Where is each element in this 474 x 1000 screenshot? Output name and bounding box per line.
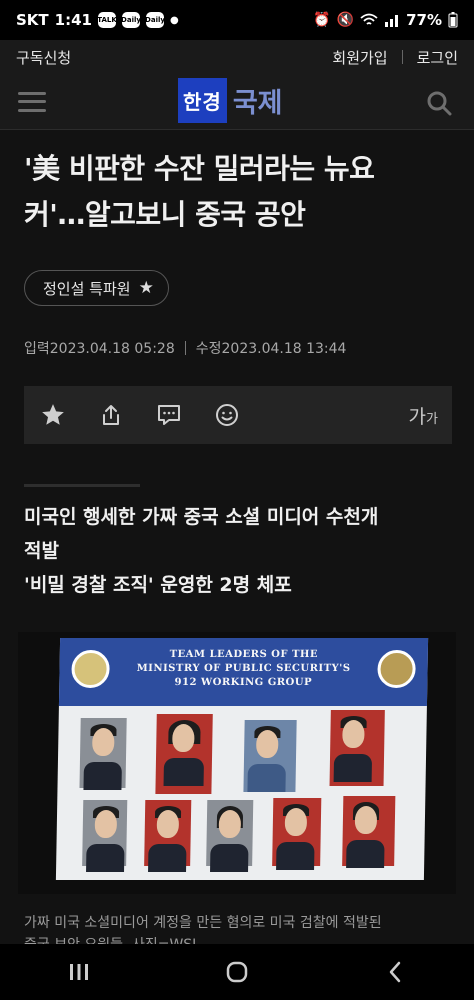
wifi-icon bbox=[360, 13, 378, 25]
battery-level: 77% bbox=[406, 11, 442, 29]
subscribe-link[interactable]: 구독신청 bbox=[16, 47, 71, 68]
utility-bar: 구독신청 회원가입 로그인 bbox=[0, 40, 474, 74]
article-headline: '美 비판한 수잔 밀러라는 뉴요 커'…알고보니 중국 공안 bbox=[24, 146, 454, 238]
photo-caption: 가짜 미국 소셜미디어 계정을 만든 혐의로 미국 검찰에 적발된 중국 보안 … bbox=[24, 915, 382, 948]
site-logo[interactable]: 한경 국제 bbox=[178, 78, 283, 123]
alarm-icon: ⏰ bbox=[313, 12, 331, 28]
portrait bbox=[243, 720, 297, 792]
section-divider bbox=[24, 484, 140, 487]
clock: 1:41 bbox=[54, 11, 92, 29]
daily-app-icon: Daily bbox=[121, 12, 141, 28]
site-header: 한경 국제 bbox=[0, 74, 474, 130]
recent-apps-icon[interactable] bbox=[49, 952, 109, 992]
article-subhead: 미국인 행세한 가짜 중국 소셜 미디어 수천개 적발 '비밀 경찰 조직' 운… bbox=[24, 500, 454, 602]
mute-icon: 🔇 bbox=[336, 12, 355, 28]
talk-app-icon: TALK bbox=[97, 12, 117, 28]
slide-header: TEAM LEADERS OF THE MINISTRY OF PUBLIC S… bbox=[58, 638, 429, 706]
headline-line: 커'…알고보니 중국 공안 bbox=[24, 198, 306, 231]
headline-line: '美 비판한 수잔 밀러라는 뉴요 bbox=[24, 152, 375, 185]
reporter-name: 정인설 특파원 bbox=[43, 279, 131, 298]
portrait bbox=[342, 796, 396, 868]
home-icon[interactable] bbox=[207, 952, 267, 992]
status-bar: SKT 1:41 TALK Daily Daily ● ⏰ 🔇 77% bbox=[0, 0, 474, 40]
divider bbox=[401, 50, 403, 64]
subhead-line: 미국인 행세한 가짜 중국 소셜 미디어 수천개 bbox=[24, 506, 379, 528]
modified-date: 수정2023.04.18 13:44 bbox=[195, 341, 347, 357]
subhead-line: '비밀 경찰 조직' 운영한 2명 체포 bbox=[24, 574, 292, 596]
comment-icon[interactable] bbox=[146, 392, 192, 438]
article-dates: 입력2023.04.18 05:28 수정2023.04.18 13:44 bbox=[24, 338, 346, 358]
signup-link[interactable]: 회원가입 bbox=[332, 47, 387, 68]
back-icon[interactable] bbox=[365, 952, 425, 992]
login-link[interactable]: 로그인 bbox=[417, 47, 458, 68]
divider bbox=[184, 341, 186, 355]
share-icon[interactable] bbox=[88, 392, 134, 438]
portrait bbox=[206, 800, 254, 872]
battery-icon bbox=[448, 12, 458, 28]
portrait bbox=[155, 714, 213, 794]
star-icon: ★ bbox=[138, 278, 154, 298]
portrait bbox=[144, 800, 192, 872]
daily-app-icon: Daily bbox=[145, 12, 165, 28]
notification-dot-icon: ● bbox=[169, 14, 179, 26]
presentation-slide: TEAM LEADERS OF THE MINISTRY OF PUBLIC S… bbox=[55, 638, 429, 880]
section-title: 국제 bbox=[232, 88, 283, 119]
portrait bbox=[329, 710, 385, 786]
reporter-chip[interactable]: 정인설 특파원 ★ bbox=[24, 270, 169, 306]
input-date: 입력2023.04.18 05:28 bbox=[24, 341, 175, 357]
font-size-button[interactable]: 가가 bbox=[409, 402, 438, 429]
portrait bbox=[272, 798, 322, 870]
article-toolbar: 가가 bbox=[24, 386, 452, 444]
system-nav-bar bbox=[0, 944, 474, 1000]
hamburger-icon[interactable] bbox=[18, 91, 46, 112]
carrier: SKT bbox=[16, 11, 49, 29]
star-icon[interactable] bbox=[30, 392, 76, 438]
signal-icon bbox=[385, 15, 399, 27]
logo-text: 한경 bbox=[178, 78, 227, 123]
smile-icon[interactable] bbox=[204, 392, 250, 438]
portrait bbox=[79, 718, 127, 790]
portrait bbox=[82, 800, 128, 872]
subhead-line: 적발 bbox=[24, 540, 59, 562]
search-icon[interactable] bbox=[426, 90, 452, 116]
article-photo[interactable]: TEAM LEADERS OF THE MINISTRY OF PUBLIC S… bbox=[18, 632, 456, 894]
